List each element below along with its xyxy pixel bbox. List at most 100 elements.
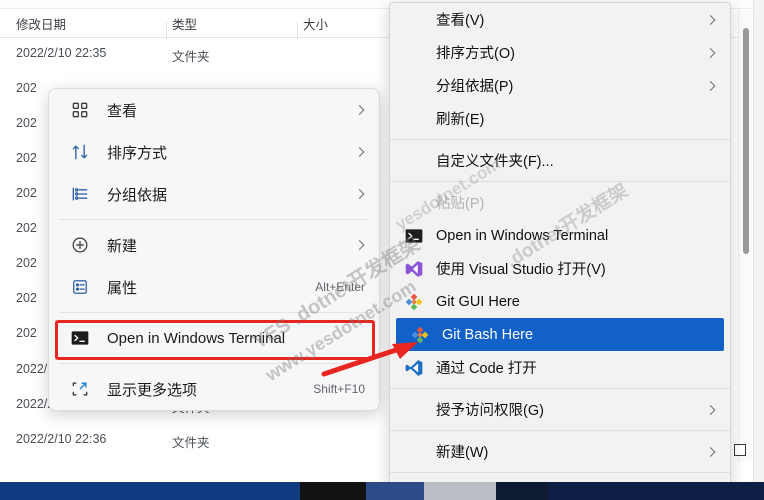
menu-item-label: 分组依据(P) bbox=[436, 79, 514, 95]
cell-date: 202 bbox=[16, 256, 37, 270]
menu-item-label: 属性 bbox=[107, 279, 138, 297]
win11-menu-item-2[interactable]: 分组依据 bbox=[49, 173, 379, 215]
win11-menu-item-1[interactable]: 排序方式 bbox=[49, 131, 379, 173]
win11-context-menu[interactable]: 查看排序方式分组依据新建属性 Alt+Enter Open in Windows T… bbox=[48, 88, 380, 411]
column-divider[interactable] bbox=[297, 22, 298, 40]
git-icon bbox=[404, 292, 424, 312]
sort-arrows-icon bbox=[69, 141, 91, 163]
menu-item-label: 通过 Code 打开 bbox=[436, 361, 537, 377]
win10-menu-item-12[interactable]: 通过 Code 打开 bbox=[390, 351, 730, 384]
menu-item-label: 授予访问权限(G) bbox=[436, 403, 544, 419]
menu-item-label: 新建(W) bbox=[436, 445, 489, 461]
menu-separator bbox=[390, 388, 730, 389]
cell-date: 2022/2/10 22:35 bbox=[16, 46, 107, 60]
menu-separator bbox=[59, 363, 369, 364]
cell-date: 202 bbox=[16, 326, 37, 340]
win10-menu-item-11[interactable]: Git Bash Here bbox=[396, 318, 724, 351]
window-right-edge bbox=[753, 0, 764, 482]
column-divider[interactable] bbox=[166, 22, 167, 40]
cell-date: 202 bbox=[16, 291, 37, 305]
large-icons-icon bbox=[733, 443, 746, 456]
cell-date: 202 bbox=[16, 186, 37, 200]
taskbar-segment bbox=[548, 482, 764, 500]
terminal-icon bbox=[69, 327, 91, 349]
show-more-icon bbox=[69, 378, 91, 400]
column-header-date[interactable]: 修改日期 bbox=[16, 14, 66, 33]
win10-menu-item-5[interactable]: 自定义文件夹(F)... bbox=[390, 144, 730, 177]
menu-item-shortcut: Alt+Enter bbox=[315, 280, 365, 294]
properties-icon bbox=[69, 276, 91, 298]
taskbar-segment bbox=[300, 482, 366, 500]
menu-separator bbox=[390, 430, 730, 431]
column-header-size[interactable]: 大小 bbox=[303, 14, 328, 33]
win10-menu-item-1[interactable]: 排序方式(O) bbox=[390, 36, 730, 69]
vs-icon bbox=[404, 259, 424, 279]
cell-type: 文件夹 bbox=[172, 436, 210, 450]
vs-icon bbox=[404, 259, 424, 279]
win10-legacy-context-menu[interactable]: 查看(V) 排序方式(O) 分组依据(P) 刷新(E) 自定义文件夹(F)... 粘贴(P… bbox=[389, 2, 731, 500]
menu-item-shortcut: Shift+F10 bbox=[313, 382, 365, 396]
cell-type: 文件夹 bbox=[172, 50, 210, 64]
win10-menu-item-16[interactable]: 新建(W) bbox=[390, 435, 730, 468]
menu-separator bbox=[390, 472, 730, 473]
sort-arrows-icon bbox=[69, 141, 91, 163]
terminal-icon bbox=[69, 327, 91, 349]
taskbar[interactable] bbox=[0, 482, 764, 500]
menu-separator bbox=[59, 219, 369, 220]
win10-menu-item-7: 粘贴(P) bbox=[390, 186, 730, 219]
properties-icon bbox=[69, 276, 91, 298]
win10-menu-item-0[interactable]: 查看(V) bbox=[390, 3, 730, 36]
menu-separator bbox=[390, 139, 730, 140]
win10-menu-item-2[interactable]: 分组依据(P) bbox=[390, 69, 730, 102]
win10-menu-item-9[interactable]: 使用 Visual Studio 打开(V) bbox=[390, 252, 730, 285]
menu-item-label: 排序方式 bbox=[107, 144, 168, 162]
menu-item-label: 排序方式(O) bbox=[436, 46, 515, 62]
view-grid-icon bbox=[69, 99, 91, 121]
screenshot-root: 修改日期 类型 大小 2022/2/10 22:35 文件夹 202 202 202… bbox=[0, 0, 764, 500]
git-icon bbox=[410, 325, 430, 345]
taskbar-segment bbox=[424, 482, 496, 500]
vscode-icon bbox=[404, 358, 424, 378]
large-icons-view-button[interactable] bbox=[729, 439, 750, 460]
scrollbar-thumb[interactable] bbox=[743, 28, 749, 254]
menu-item-label: Open in Windows Terminal bbox=[107, 329, 286, 347]
win11-menu-item-9[interactable]: 显示更多选项 Shift+F10 bbox=[49, 368, 379, 410]
plus-circle-icon bbox=[69, 234, 91, 256]
menu-separator bbox=[390, 181, 730, 182]
group-list-icon bbox=[69, 183, 91, 205]
git-icon bbox=[404, 292, 424, 312]
column-header-type[interactable]: 类型 bbox=[172, 14, 197, 33]
taskbar-segment bbox=[496, 482, 548, 500]
terminal-icon bbox=[404, 226, 424, 246]
win10-menu-item-10[interactable]: Git GUI Here bbox=[390, 285, 730, 318]
menu-item-label: 分组依据 bbox=[107, 186, 168, 204]
win10-menu-item-14[interactable]: 授予访问权限(G) bbox=[390, 393, 730, 426]
cell-date: 202 bbox=[16, 151, 37, 165]
show-more-icon bbox=[69, 378, 91, 400]
menu-item-label: Git Bash Here bbox=[442, 326, 534, 343]
menu-item-label: 新建 bbox=[107, 237, 138, 255]
win10-menu-item-8[interactable]: Open in Windows Terminal bbox=[390, 219, 730, 252]
menu-separator bbox=[59, 312, 369, 313]
group-list-icon bbox=[69, 183, 91, 205]
vertical-scrollbar[interactable] bbox=[738, 10, 752, 462]
win11-menu-item-4[interactable]: 新建 bbox=[49, 224, 379, 266]
menu-item-label: 粘贴(P) bbox=[436, 196, 485, 212]
taskbar-segment bbox=[0, 482, 300, 500]
git-icon bbox=[410, 325, 430, 345]
terminal-icon bbox=[404, 226, 424, 246]
menu-item-label: 查看(V) bbox=[436, 13, 485, 29]
plus-circle-icon bbox=[69, 234, 91, 256]
win11-menu-item-0[interactable]: 查看 bbox=[49, 89, 379, 131]
win11-menu-item-7[interactable]: Open in Windows Terminal bbox=[49, 317, 379, 359]
menu-item-label: 显示更多选项 bbox=[107, 381, 198, 399]
menu-item-label: 刷新(E) bbox=[436, 112, 485, 128]
vscode-icon bbox=[404, 358, 424, 378]
menu-item-label: Open in Windows Terminal bbox=[436, 227, 609, 244]
view-grid-icon bbox=[69, 99, 91, 121]
win11-menu-item-5[interactable]: 属性 Alt+Enter bbox=[49, 266, 379, 308]
taskbar-segment bbox=[366, 482, 424, 500]
win10-menu-item-3[interactable]: 刷新(E) bbox=[390, 102, 730, 135]
cell-date: 202 bbox=[16, 81, 37, 95]
cell-date: 202 bbox=[16, 116, 37, 130]
